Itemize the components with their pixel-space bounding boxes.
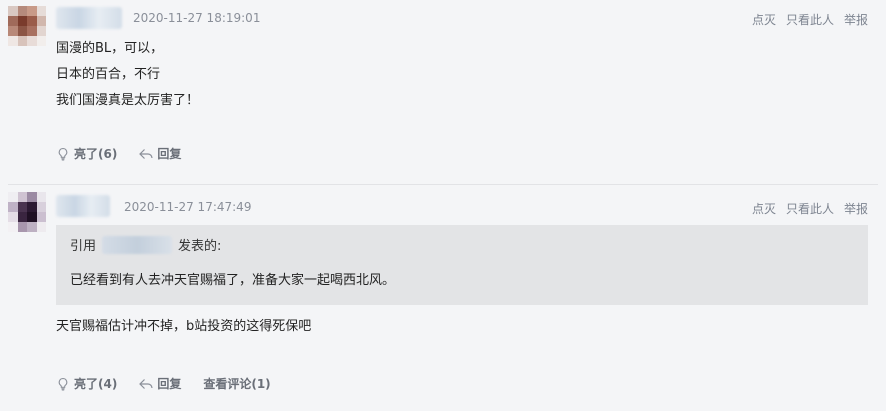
username-blurred[interactable] [56, 195, 110, 217]
quote-text: 已经看到有人去冲天官赐福了，准备大家一起喝西北风。 [70, 273, 396, 288]
timestamp: 2020-11-27 18:19:01 [133, 11, 261, 25]
dislike-link[interactable]: 点灭 [752, 200, 776, 217]
quote-prefix: 引用 [70, 239, 97, 254]
view-comments-button[interactable]: 查看评论(1) [203, 375, 270, 392]
view-comments-label: 查看评论(1) [203, 377, 271, 391]
comment-ops: 点灭 只看此人 举报 [752, 200, 868, 217]
quoted-username-blurred[interactable] [102, 235, 173, 254]
lightbulb-icon [56, 377, 70, 391]
timestamp: 2020-11-27 17:47:49 [124, 200, 252, 214]
comment-actions: 亮了(6) 回复 [56, 145, 181, 162]
comment-2: 2020-11-27 17:47:49 点灭 只看此人 举报 引用 发表的: 已… [0, 186, 886, 411]
reply-button[interactable]: 回复 [139, 145, 181, 162]
comment-line: 我们国漫真是太厉害了！ [56, 93, 200, 108]
like-label: 亮了(6) [74, 147, 118, 161]
quote-suffix: 发表的: [178, 239, 222, 254]
only-this-user-link[interactable]: 只看此人 [786, 200, 834, 217]
username-blurred[interactable] [56, 7, 122, 29]
reply-button[interactable]: 回复 [139, 375, 181, 392]
like-button[interactable]: 亮了(6) [56, 145, 117, 162]
comment-body: 国漫的BL，可以， 日本的百合，不行 我们国漫真是太厉害了！ [56, 36, 199, 114]
divider [8, 184, 878, 185]
comment-line: 日本的百合，不行 [56, 67, 161, 82]
avatar[interactable] [8, 6, 46, 46]
quote-header: 引用 发表的: [70, 235, 221, 254]
comment-body: 天官赐福估计冲不掉，b站投资的这得死保吧 [56, 319, 312, 334]
comment-actions: 亮了(4) 回复 查看评论(1) [56, 375, 271, 392]
report-link[interactable]: 举报 [844, 200, 868, 217]
reply-label: 回复 [157, 377, 182, 391]
comment-ops: 点灭 只看此人 举报 [752, 11, 868, 28]
lightbulb-icon [56, 147, 70, 161]
like-button[interactable]: 亮了(4) [56, 375, 117, 392]
reply-arrow-icon [139, 378, 153, 390]
comment-1: 2020-11-27 18:19:01 点灭 只看此人 举报 国漫的BL，可以，… [0, 0, 886, 184]
dislike-link[interactable]: 点灭 [752, 11, 776, 28]
comment-line: 国漫的BL，可以， [56, 41, 164, 56]
only-this-user-link[interactable]: 只看此人 [786, 11, 834, 28]
reply-arrow-icon [139, 148, 153, 160]
like-label: 亮了(4) [74, 377, 118, 391]
reply-label: 回复 [157, 147, 182, 161]
avatar[interactable] [8, 192, 46, 232]
report-link[interactable]: 举报 [844, 11, 868, 28]
quoted-comment: 引用 发表的: 已经看到有人去冲天官赐福了，准备大家一起喝西北风。 [56, 225, 868, 305]
